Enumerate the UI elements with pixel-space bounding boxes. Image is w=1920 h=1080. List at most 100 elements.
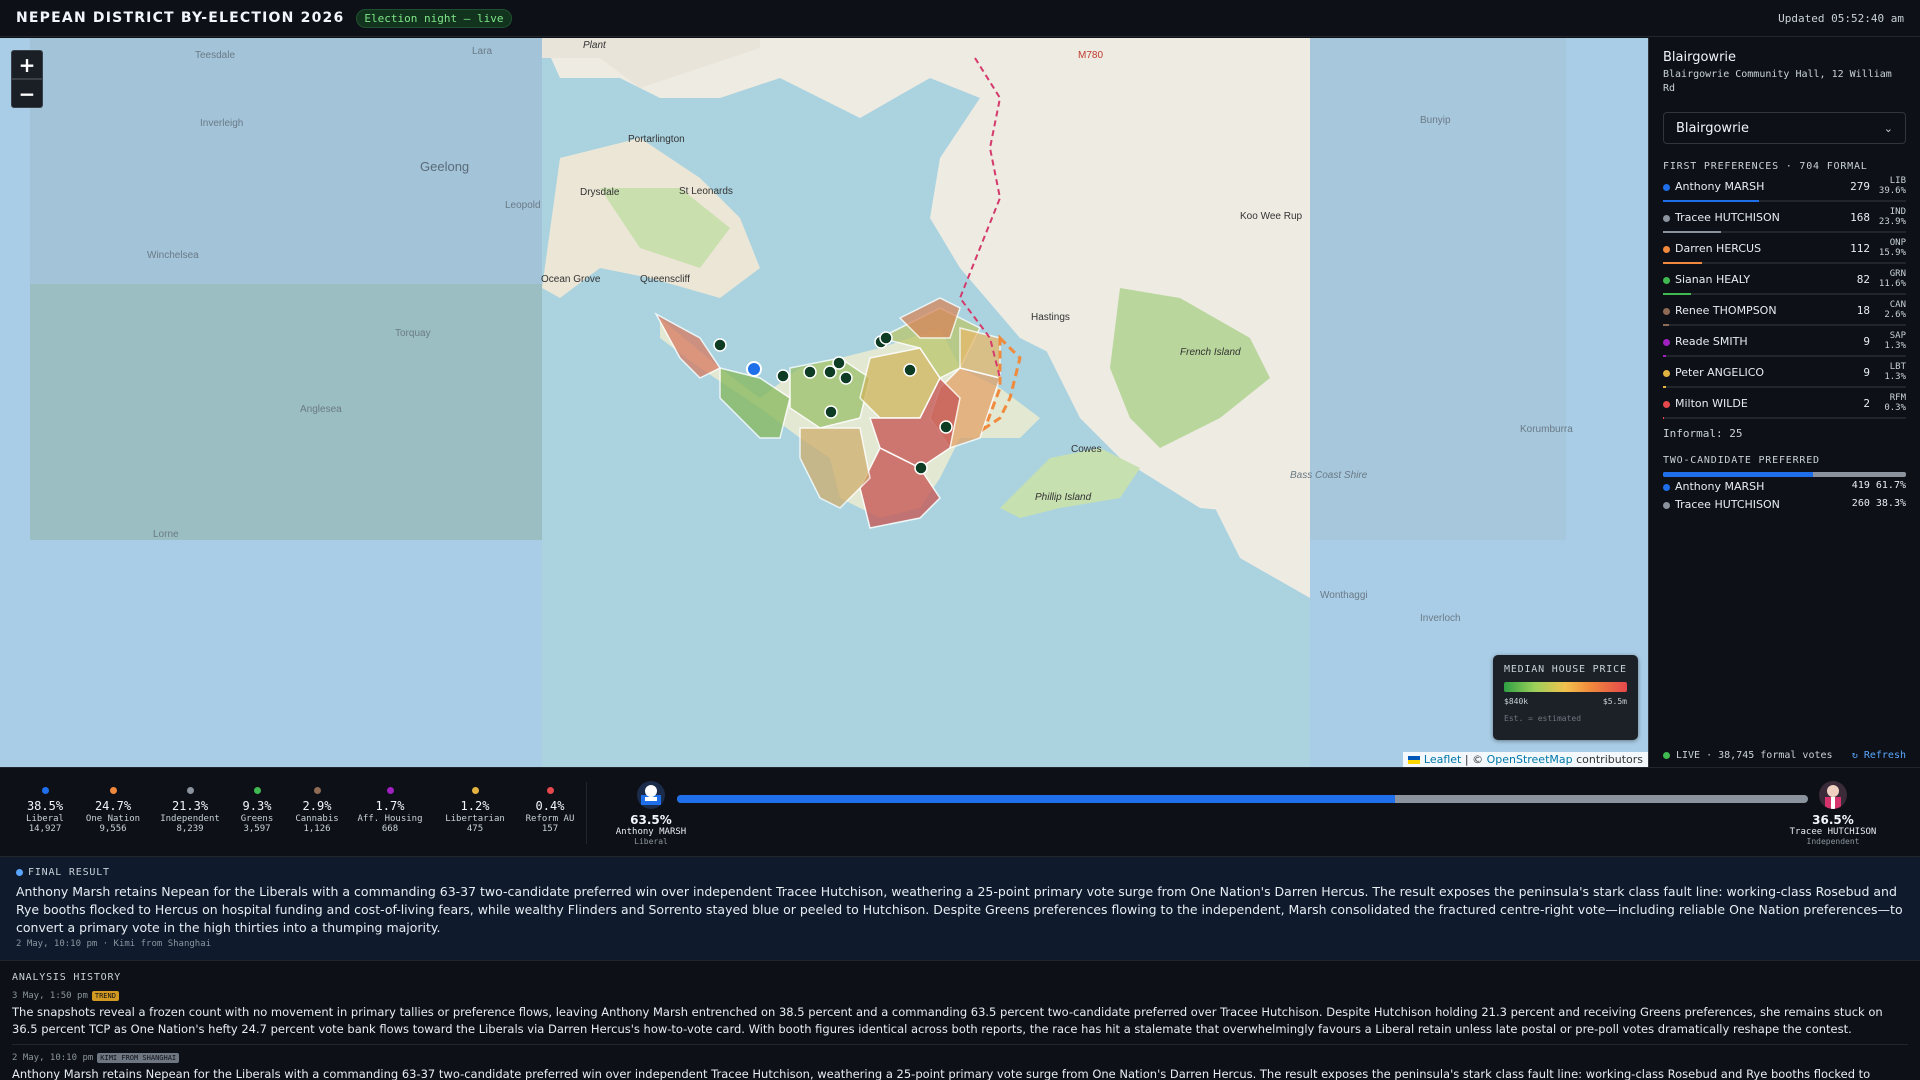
- candidate-row[interactable]: Sianan HEALY 82 GRN 11.6%: [1663, 265, 1906, 296]
- candidate-name: Peter ANGELICO: [1675, 366, 1765, 379]
- candidate-row[interactable]: Tracee HUTCHISON 168 IND 23.9%: [1663, 203, 1906, 234]
- tcp-candidate-result: 419 61.7%: [1852, 480, 1906, 491]
- candidate-votes: 279: [1850, 180, 1870, 193]
- history-entry: 3 May, 1:50 pm TREND The snapshots reveal …: [12, 991, 1908, 1045]
- candidate-pct: 1.3%: [1884, 372, 1906, 382]
- tcp-votes: 260: [1851, 498, 1870, 509]
- tcp-candidate-result: 260 38.3%: [1852, 498, 1906, 509]
- party-pct: 24.7%: [94, 799, 132, 813]
- flag-icon: [1408, 756, 1421, 764]
- history-entry: 2 May, 10:10 pm KIMI FROM SHANGHAI Anthony…: [12, 1053, 1908, 1080]
- candidate-share-track: [1663, 200, 1906, 202]
- candidate-share-track: [1663, 324, 1906, 326]
- party-votes: 668: [381, 824, 399, 834]
- candidate-party: RFM: [1889, 393, 1906, 403]
- party-dot-icon: [1663, 484, 1670, 491]
- candidate-row[interactable]: Reade SMITH 9 SAP 1.3%: [1663, 327, 1906, 358]
- tcp-row: Tracee HUTCHISON 260 38.3%: [1663, 497, 1906, 513]
- osm-link[interactable]: OpenStreetMap: [1487, 753, 1573, 766]
- candidate-pct: 15.9%: [1878, 248, 1906, 258]
- candidate-party-pct: LIB 39.6%: [1879, 176, 1906, 196]
- map-canvas[interactable]: Plant Lara Teesdale Geelong Inverleigh P…: [0, 38, 1648, 767]
- zoom-in-button[interactable]: +: [11, 50, 43, 79]
- candidate-votes: 9: [1863, 335, 1870, 348]
- tcp-candidate-name: Anthony MARSH: [1675, 480, 1765, 493]
- legend-note: Est. = estimated: [1504, 714, 1582, 723]
- party-pct: 1.2%: [460, 799, 490, 813]
- place-label: Anglesea: [300, 404, 342, 415]
- leaflet-link[interactable]: Leaflet: [1424, 753, 1461, 766]
- tcp-votes: 419: [1851, 480, 1870, 491]
- place-label: St Leonards: [679, 186, 733, 197]
- place-label: Winchelsea: [147, 250, 199, 261]
- booth-select[interactable]: Blairgowrie ⌄: [1663, 112, 1906, 144]
- final-result: FINAL RESULT Anthony Marsh retains Nepea…: [0, 857, 1920, 961]
- informal-count: Informal: 25: [1663, 427, 1743, 440]
- candidate-party-pct: SAP 1.3%: [1884, 331, 1906, 351]
- candidate-pct: 1.3%: [1884, 341, 1906, 351]
- panel-footer: LIVE · 38,745 formal votes ↻ Refresh: [1663, 750, 1906, 761]
- place-label: French Island: [1180, 347, 1241, 358]
- place-label: Teesdale: [195, 50, 235, 61]
- party-dot-icon: [186, 787, 194, 794]
- place-label: Bunyip: [1420, 115, 1451, 126]
- tcp-pct: 61.7%: [1875, 480, 1906, 491]
- place-label: Queenscliff: [640, 274, 690, 285]
- electorate-map[interactable]: Plant Lara Teesdale Geelong Inverleigh P…: [0, 38, 1648, 767]
- party-dot-icon: [1663, 246, 1670, 253]
- place-label: Leopold: [505, 200, 541, 211]
- party-name: Aff. Housing: [357, 814, 423, 824]
- place-label: Portarlington: [628, 134, 685, 145]
- entry-date: 3 May, 1:50 pm: [12, 991, 88, 1001]
- candidate-party-pct: CAN 2.6%: [1884, 300, 1906, 320]
- party-dot-icon: [1663, 308, 1670, 315]
- attribution-tail: contributors: [1572, 753, 1643, 766]
- candidate-votes: 9: [1863, 366, 1870, 379]
- candidate-votes: 82: [1856, 273, 1870, 286]
- party-dot-icon: [1663, 370, 1670, 377]
- party-total: 38.5% Liberal 14,927: [10, 787, 80, 834]
- booth-address: Blairgowrie Community Hall, 12 William R…: [1663, 69, 1892, 94]
- candidate-row[interactable]: Darren HERCUS 112 ONP 15.9%: [1663, 234, 1906, 265]
- candidate-row[interactable]: Anthony MARSH 279 LIB 39.6%: [1663, 172, 1906, 203]
- candidate-share-track: [1663, 386, 1906, 388]
- candidate-votes: 168: [1850, 211, 1870, 224]
- refresh-button[interactable]: ↻ Refresh: [1852, 750, 1906, 761]
- party-votes: 9,556: [99, 824, 127, 834]
- candidate-votes: 112: [1850, 242, 1870, 255]
- tcp-row: Anthony MARSH 419 61.7%: [1663, 479, 1906, 495]
- zoom-out-button[interactable]: −: [11, 79, 43, 108]
- party-dot-icon: [1663, 277, 1670, 284]
- candidate-row[interactable]: Milton WILDE 2 RFM 0.3%: [1663, 389, 1906, 420]
- place-label: Inverloch: [1420, 613, 1461, 624]
- candidate-party: GRN: [1889, 269, 1906, 279]
- final-result-meta: 2 May, 10:10 pm · Kimi from Shanghai: [16, 939, 212, 949]
- tcp-left-party: Liberal: [634, 837, 668, 846]
- party-total: 2.9% Cannabis 1,126: [282, 787, 352, 834]
- analysis-history[interactable]: ANALYSIS HISTORY 3 May, 1:50 pm TREND The …: [0, 961, 1920, 1080]
- party-name: Libertarian: [445, 814, 505, 824]
- candidate-share-fill: [1663, 386, 1667, 388]
- tcp-right-party: Independent: [1806, 837, 1860, 846]
- legend-title: MEDIAN HOUSE PRICE: [1504, 664, 1627, 675]
- candidate-row[interactable]: Peter ANGELICO 9 LBT 1.3%: [1663, 358, 1906, 389]
- place-label: Plant: [583, 40, 607, 51]
- booth-panel: Blairgowrie Blairgowrie Community Hall, …: [1648, 38, 1920, 767]
- divider: [586, 782, 587, 844]
- party-name: One Nation: [85, 814, 141, 824]
- map-legend: MEDIAN HOUSE PRICE $840k $5.5m Est. = es…: [1493, 655, 1638, 740]
- candidate-share-fill: [1663, 231, 1722, 233]
- candidate-party: LBT: [1889, 362, 1906, 372]
- tcp-right-name: Tracee HUTCHISON: [1789, 827, 1877, 837]
- party-dot-icon: [253, 787, 261, 794]
- candidate-name: Renee THOMPSON: [1675, 304, 1777, 317]
- candidate-votes: 18: [1856, 304, 1870, 317]
- place-label: Cowes: [1071, 444, 1102, 455]
- party-dot-icon: [41, 787, 49, 794]
- place-label: Lorne: [153, 529, 179, 540]
- candidate-share-fill: [1663, 417, 1664, 419]
- candidate-row[interactable]: Renee THOMPSON 18 CAN 2.6%: [1663, 296, 1906, 327]
- party-dot-icon: [1663, 339, 1670, 346]
- entry-text: The snapshots reveal a frozen count with…: [12, 1005, 1883, 1036]
- candidate-party-pct: RFM 0.3%: [1884, 393, 1906, 413]
